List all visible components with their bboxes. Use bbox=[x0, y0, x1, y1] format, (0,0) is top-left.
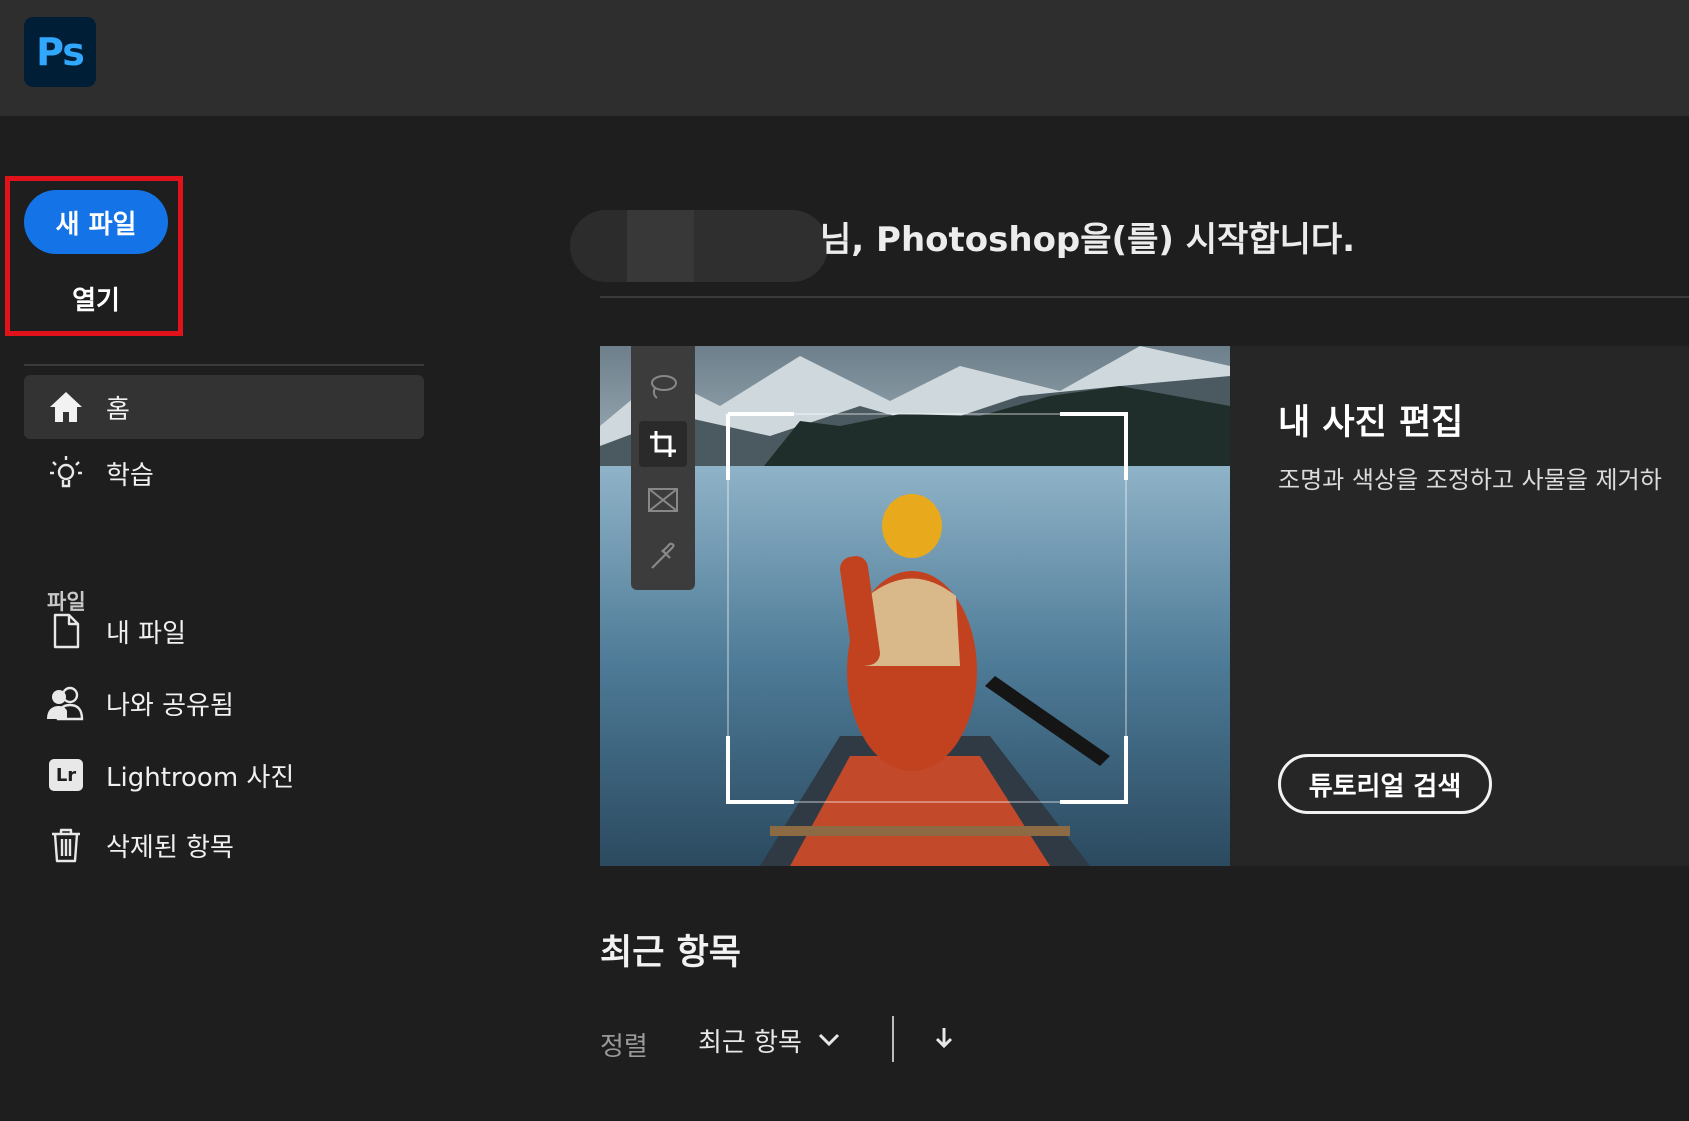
sidebar-item-label: 나와 공유됨 bbox=[106, 690, 234, 721]
sidebar-item-label: 삭제된 항목 bbox=[106, 832, 234, 863]
sidebar-item-label: 내 파일 bbox=[106, 618, 187, 649]
card-title: 내 사진 편집 bbox=[1278, 403, 1464, 443]
arrow-down-icon bbox=[934, 1026, 954, 1054]
lightbulb-icon bbox=[46, 453, 86, 493]
tool-strip bbox=[631, 346, 695, 590]
sort-dropdown[interactable]: 최근 항목 bbox=[698, 1020, 840, 1060]
sidebar-item-my-files[interactable]: 내 파일 bbox=[24, 599, 424, 663]
trash-icon bbox=[46, 825, 86, 865]
edit-photo-card: 내 사진 편집 조명과 색상을 조정하고 사물을 제거하 튜토리얼 검색 bbox=[600, 346, 1689, 866]
lightroom-icon: Lr bbox=[46, 755, 86, 795]
sort-value: 최근 항목 bbox=[698, 1027, 802, 1058]
frame-icon bbox=[639, 477, 687, 524]
sort-label: 정렬 bbox=[600, 1032, 648, 1062]
hero-photo[interactable] bbox=[600, 346, 1230, 866]
eyedropper-icon bbox=[639, 534, 687, 581]
chevron-down-icon bbox=[818, 1033, 840, 1047]
document-icon bbox=[46, 611, 86, 651]
home-icon bbox=[46, 387, 86, 427]
sidebar-item-deleted[interactable]: 삭제된 항목 bbox=[24, 813, 424, 877]
sidebar-item-label: 학습 bbox=[106, 460, 154, 491]
redacted-username bbox=[570, 210, 828, 282]
main-divider bbox=[600, 296, 1689, 298]
sidebar-item-shared[interactable]: 나와 공유됨 bbox=[24, 671, 424, 735]
sidebar-item-learn[interactable]: 학습 bbox=[24, 441, 424, 505]
people-icon bbox=[46, 683, 86, 723]
sidebar-item-label: Lightroom 사진 bbox=[106, 762, 295, 793]
sidebar: 새 파일 열기 홈 학습 파일 내 파일 나와 공유됨 Lr Lightroom… bbox=[0, 116, 440, 1121]
lasso-icon bbox=[639, 364, 687, 411]
sidebar-item-home[interactable]: 홈 bbox=[24, 375, 424, 439]
new-file-button[interactable]: 새 파일 bbox=[24, 190, 168, 254]
crop-icon bbox=[639, 420, 687, 467]
search-tutorials-button[interactable]: 튜토리얼 검색 bbox=[1278, 754, 1492, 814]
sidebar-item-label: 홈 bbox=[106, 394, 130, 425]
open-button[interactable]: 열기 bbox=[24, 274, 168, 322]
sort-direction-button[interactable] bbox=[924, 1020, 964, 1060]
main-content: 님, Photoshop을(를) 시작합니다. 내 사진 편집 조명과 색상을 … bbox=[560, 116, 1689, 1121]
sidebar-item-lightroom[interactable]: Lr Lightroom 사진 bbox=[24, 743, 424, 807]
recent-section-title: 최근 항목 bbox=[600, 933, 741, 973]
photoshop-logo[interactable]: Ps bbox=[24, 17, 96, 87]
card-subtitle: 조명과 색상을 조정하고 사물을 제거하 bbox=[1278, 466, 1662, 494]
sidebar-divider bbox=[24, 364, 424, 366]
greeting-text: 님, Photoshop을(를) 시작합니다. bbox=[820, 220, 1356, 260]
sort-separator bbox=[892, 1016, 894, 1062]
top-bar: Ps bbox=[0, 0, 1689, 116]
